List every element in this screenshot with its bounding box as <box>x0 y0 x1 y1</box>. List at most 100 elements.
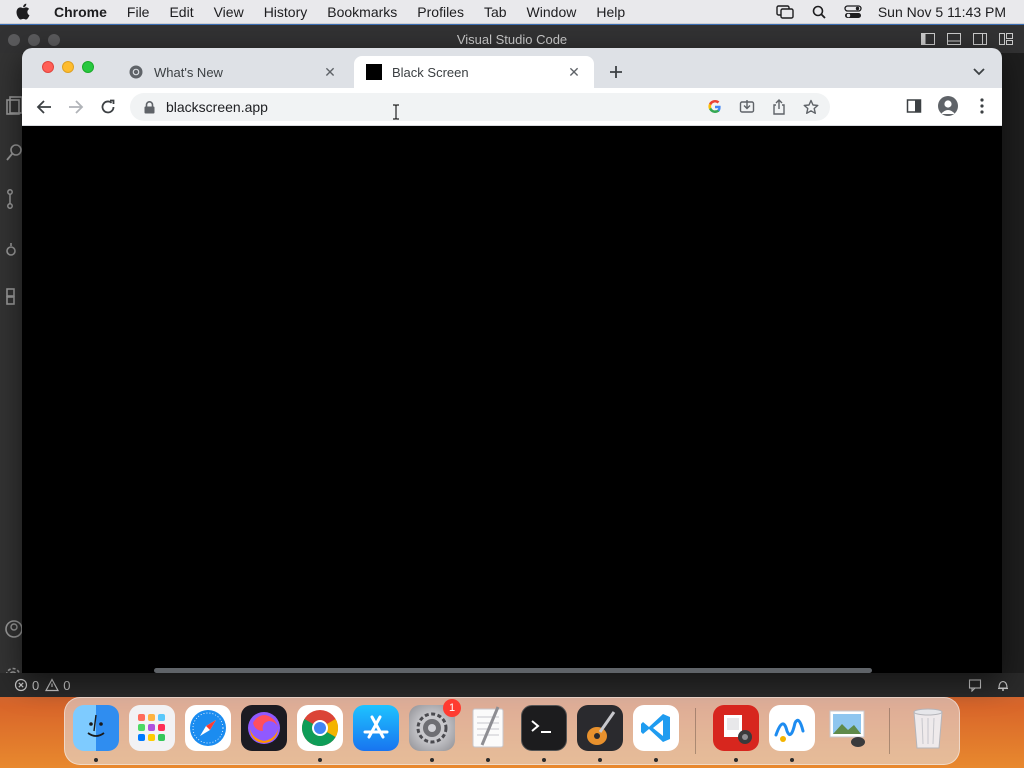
reload-icon[interactable] <box>98 97 118 117</box>
dock-trash[interactable] <box>905 705 951 751</box>
dock-launchpad[interactable] <box>129 705 175 751</box>
source-control-icon[interactable] <box>4 187 24 211</box>
menu-view[interactable]: View <box>204 0 254 24</box>
new-tab-plus-icon[interactable] <box>606 62 626 82</box>
dock-vscode[interactable] <box>633 705 679 751</box>
toggle-panel-icon[interactable] <box>946 31 962 47</box>
photo-booth-icon <box>724 715 752 744</box>
customize-layout-icon[interactable] <box>998 31 1014 47</box>
dock-running-indicator <box>790 758 794 762</box>
profile-avatar-icon[interactable] <box>938 96 958 116</box>
menu-app-name[interactable]: Chrome <box>44 0 117 24</box>
chrome-toolbar: blackscreen.app <box>22 88 1002 126</box>
dock-safari[interactable] <box>185 705 231 751</box>
tab-close-icon[interactable]: ✕ <box>322 64 338 80</box>
page-content-black-screen[interactable] <box>22 126 1002 673</box>
chrome-icon <box>128 64 144 80</box>
chrome-window-controls <box>42 61 94 73</box>
chrome-minimize-button[interactable] <box>62 61 74 73</box>
menu-history[interactable]: History <box>254 0 318 24</box>
tab-search-chevron-down-icon[interactable] <box>970 63 988 81</box>
dock-running-indicator <box>430 758 434 762</box>
back-arrow-icon[interactable] <box>34 97 54 117</box>
toggle-primary-sidebar-icon[interactable] <box>920 31 936 47</box>
chrome-zoom-button[interactable] <box>82 61 94 73</box>
dock-preview[interactable] <box>825 705 871 751</box>
install-app-icon[interactable] <box>738 98 756 116</box>
freeform-scribble-icon <box>774 718 805 742</box>
url-text[interactable]: blackscreen.app <box>166 99 268 115</box>
spotlight-search-icon[interactable] <box>802 5 836 19</box>
dock-running-indicator <box>734 758 738 762</box>
explorer-icon[interactable] <box>4 93 24 117</box>
menu-profiles[interactable]: Profiles <box>407 0 474 24</box>
google-lens-icon[interactable] <box>706 98 724 116</box>
chrome-close-button[interactable] <box>42 61 54 73</box>
menu-bar: Chrome File Edit View History Bookmarks … <box>0 0 1024 24</box>
tab-strip: What's New ✕ Black Screen ✕ <box>22 48 1002 88</box>
share-icon[interactable] <box>770 98 788 116</box>
menu-tab[interactable]: Tab <box>474 0 517 24</box>
menu-edit[interactable]: Edit <box>159 0 203 24</box>
dock-terminal[interactable] <box>521 705 567 751</box>
dock-garageband[interactable] <box>577 705 623 751</box>
menu-file[interactable]: File <box>117 0 160 24</box>
vscode-logo-icon <box>641 714 670 742</box>
dock-finder[interactable] <box>73 705 119 751</box>
search-icon[interactable] <box>4 141 24 165</box>
dock-firefox[interactable] <box>241 705 287 751</box>
preview-photos-icon <box>829 710 865 747</box>
launchpad-grid-icon <box>138 714 165 741</box>
menu-help[interactable]: Help <box>586 0 635 24</box>
error-icon[interactable] <box>14 678 28 692</box>
apple-menu-icon[interactable] <box>0 3 44 20</box>
control-center-icon[interactable] <box>836 4 870 19</box>
safari-compass-icon <box>190 710 226 746</box>
settings-gear-icon <box>416 712 448 744</box>
vscode-activity-bar <box>0 53 24 683</box>
menu-clock[interactable]: Sun Nov 5 11:43 PM <box>870 4 1006 20</box>
menu-bookmarks[interactable]: Bookmarks <box>317 0 407 24</box>
side-panel-icon[interactable] <box>904 96 924 116</box>
dock-running-indicator <box>318 758 322 762</box>
terminal-prompt-icon <box>531 720 551 733</box>
tab-whats-new[interactable]: What's New ✕ <box>116 56 350 88</box>
black-square-icon <box>366 64 382 80</box>
warning-icon[interactable] <box>45 678 60 692</box>
chrome-window: What's New ✕ Black Screen ✕ blackscreen.… <box>22 48 1002 673</box>
horizontal-scrollbar[interactable] <box>154 668 872 673</box>
forward-arrow-icon[interactable] <box>66 97 86 117</box>
text-cursor-icon <box>393 104 399 120</box>
warning-count[interactable]: 0 <box>63 678 70 693</box>
guitar-icon <box>587 711 616 745</box>
tab-close-icon[interactable]: ✕ <box>566 64 582 80</box>
dock-freeform[interactable] <box>769 705 815 751</box>
finder-icon <box>87 714 105 737</box>
dock-system-preferences[interactable]: 1 <box>409 699 461 751</box>
tab-black-screen[interactable]: Black Screen ✕ <box>354 56 594 88</box>
extensions-icon[interactable] <box>4 285 24 309</box>
more-vertical-dots-icon[interactable] <box>972 96 992 116</box>
dock-photo-booth[interactable] <box>713 705 759 751</box>
notifications-bell-icon[interactable] <box>996 678 1010 692</box>
toggle-secondary-sidebar-icon[interactable] <box>972 31 988 47</box>
address-bar[interactable]: blackscreen.app <box>130 93 830 121</box>
dock-app-store[interactable] <box>353 705 399 751</box>
feedback-icon[interactable] <box>968 678 982 692</box>
menu-window[interactable]: Window <box>517 0 587 24</box>
bookmark-star-icon[interactable] <box>802 98 820 116</box>
screen-mirroring-icon[interactable] <box>768 4 802 19</box>
firefox-icon <box>248 712 280 744</box>
lock-icon[interactable] <box>144 100 156 114</box>
vscode-minimize-button[interactable] <box>28 34 40 46</box>
run-debug-icon[interactable] <box>4 237 24 261</box>
vscode-window-controls <box>8 34 60 46</box>
dock-chrome[interactable] <box>297 705 343 751</box>
vscode-zoom-button[interactable] <box>48 34 60 46</box>
vscode-close-button[interactable] <box>8 34 20 46</box>
dock-textedit[interactable] <box>465 705 511 751</box>
notification-badge: 1 <box>443 699 461 717</box>
dock-running-indicator <box>542 758 546 762</box>
error-count[interactable]: 0 <box>32 678 39 693</box>
accounts-icon[interactable] <box>4 617 24 641</box>
